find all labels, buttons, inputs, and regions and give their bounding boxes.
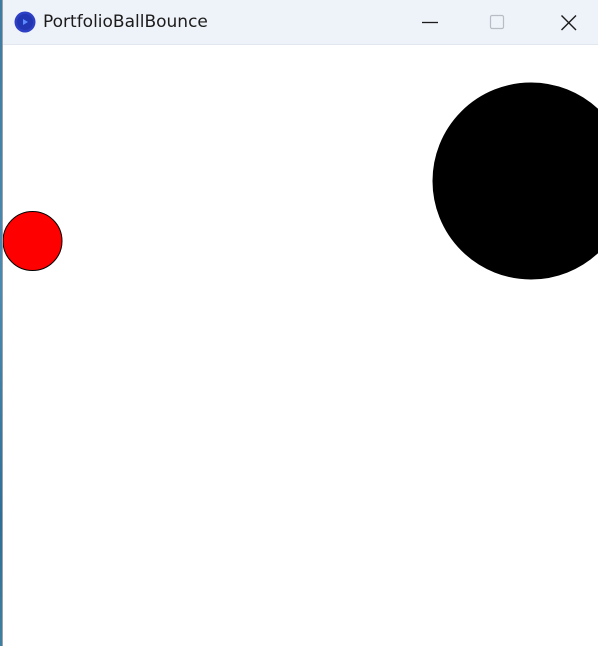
minimize-button[interactable] <box>405 0 451 45</box>
title-bar[interactable]: PortfolioBallBounce <box>3 0 598 45</box>
window-title: PortfolioBallBounce <box>43 12 208 32</box>
red-ball <box>3 211 63 271</box>
app-window: PortfolioBallBounce <box>2 0 598 646</box>
close-button[interactable] <box>545 0 591 45</box>
drawing-canvas[interactable] <box>3 45 598 646</box>
minimize-icon <box>422 21 438 24</box>
black-ball <box>432 82 598 280</box>
maximize-button[interactable] <box>474 0 520 45</box>
app-play-icon <box>14 11 36 33</box>
close-icon <box>561 15 577 31</box>
maximize-icon <box>489 14 505 30</box>
